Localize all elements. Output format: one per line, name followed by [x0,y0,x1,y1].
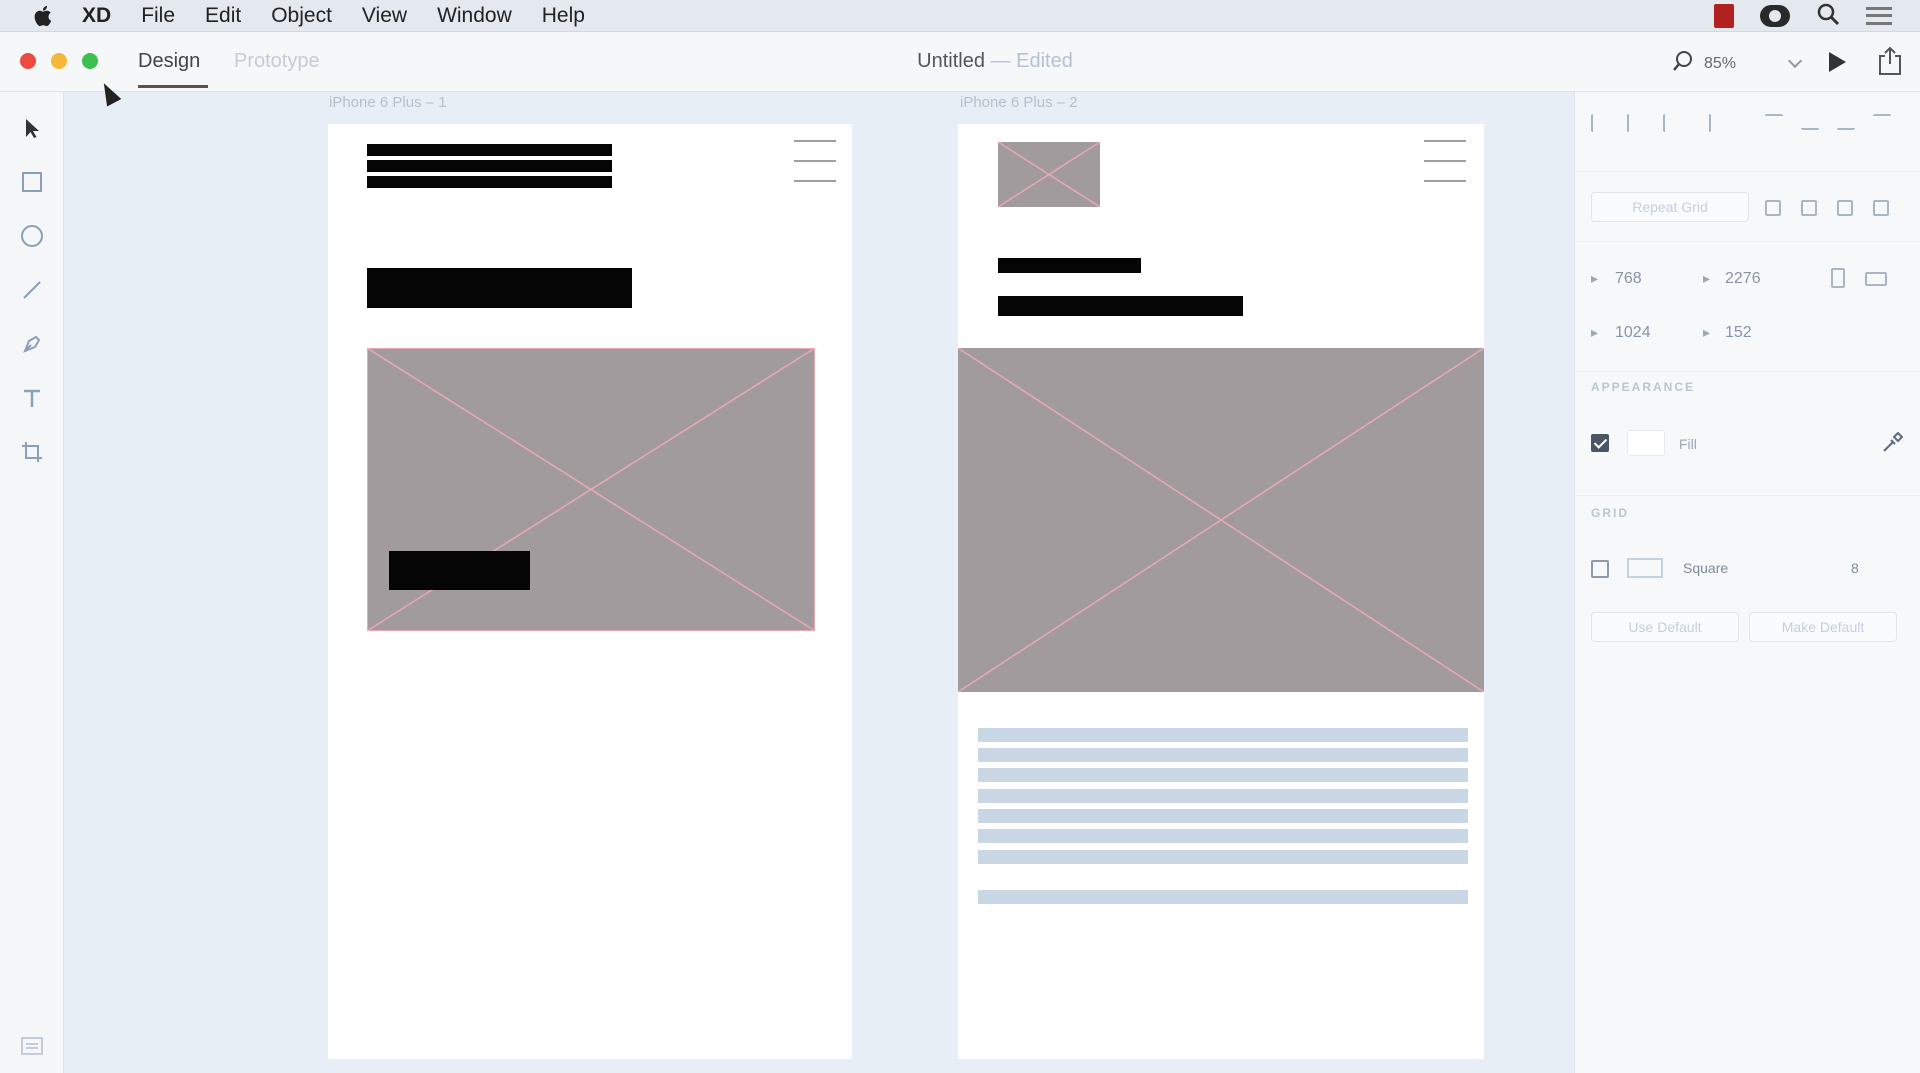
boolean-subtract-icon[interactable] [1801,200,1817,216]
menu-view[interactable]: View [362,4,407,28]
make-default-button[interactable]: Make Default [1749,612,1897,642]
make-default-label: Make Default [1781,619,1865,635]
pen-tool-icon[interactable] [18,330,46,358]
text-line [978,789,1468,803]
document-state: — Edited [990,50,1073,72]
height-label-icon: ▸ [1591,324,1599,340]
y-label-icon: ▸ [1703,324,1711,340]
logo-image-placeholder[interactable] [998,142,1100,207]
rectangle-tool-icon[interactable] [18,168,46,196]
hero-image-placeholder[interactable] [958,348,1484,692]
boolean-exclude-icon[interactable] [1873,200,1889,216]
chevron-down-icon[interactable] [1787,53,1803,68]
headline-block [367,268,632,308]
align-top-icon[interactable] [1765,114,1783,130]
appearance-heading: APPEARANCE [1591,380,1696,394]
grid-heading: GRID [1591,506,1629,520]
grid-color-swatch[interactable] [1627,558,1663,578]
select-arrow-icon[interactable] [18,114,46,142]
portrait-orientation-icon[interactable] [1831,268,1845,288]
height-field[interactable]: 1024 [1615,324,1651,342]
text-line [978,850,1468,864]
menu-help[interactable]: Help [542,4,585,28]
boolean-add-icon[interactable] [1765,200,1781,216]
text-line [978,809,1468,823]
text-line [978,829,1468,843]
align-right-icon[interactable] [1663,114,1679,132]
document-name: Untitled [917,50,985,72]
headline-block [998,296,1243,316]
grid-type-label[interactable]: Square [1683,560,1728,576]
property-inspector: Repeat Grid ▸ 768 ▸ 2276 ▸ 1024 ▸ 152 AP… [1574,92,1920,1073]
distribute-icon[interactable] [1697,114,1711,132]
align-section [1575,92,1920,172]
hamburger-menu-icon[interactable] [794,140,836,184]
menu-window[interactable]: Window [437,4,512,28]
artboard-1-label[interactable]: iPhone 6 Plus – 1 [329,94,447,111]
tool-bar [0,92,64,1073]
x-field[interactable]: 2276 [1725,270,1761,288]
menu-object[interactable]: Object [271,4,332,28]
status-area [1714,0,1920,32]
align-middle-icon[interactable] [1801,114,1819,130]
status-app-icon[interactable] [1714,4,1734,28]
menu-app-xd[interactable]: XD [82,4,111,28]
text-line [978,748,1468,762]
preview-play-button[interactable] [1829,52,1846,72]
share-icon[interactable] [1876,46,1904,76]
grid-checkbox[interactable] [1591,560,1609,578]
artboard-2[interactable] [958,124,1484,1059]
distribute-vertical-icon[interactable] [1873,114,1891,122]
eyedropper-icon[interactable] [1881,431,1904,459]
spotlight-search-icon[interactable] [1816,2,1840,31]
creative-cloud-icon[interactable] [1760,5,1790,27]
zoom-level[interactable]: 85% [1704,55,1764,73]
repeat-grid-section: Repeat Grid [1575,172,1920,242]
text-line [978,728,1468,742]
fill-checkbox[interactable] [1591,434,1609,452]
transform-section: ▸ 768 ▸ 2276 ▸ 1024 ▸ 152 [1575,242,1920,372]
logo-bar [367,160,612,172]
align-left-icon[interactable] [1591,114,1607,132]
repeat-grid-label: Repeat Grid [1632,199,1708,215]
grid-size-field[interactable]: 8 [1851,560,1859,576]
repeat-grid-button[interactable]: Repeat Grid [1591,192,1749,222]
artboard-2-label[interactable]: iPhone 6 Plus – 2 [960,94,1078,111]
align-bottom-icon[interactable] [1837,114,1855,130]
text-line [978,768,1468,782]
logo-bar [367,176,612,188]
artboard-1[interactable] [328,124,852,1059]
cta-button-block[interactable] [389,551,530,590]
menu-file[interactable]: File [141,4,175,28]
fill-color-swatch[interactable] [1627,430,1665,456]
align-center-icon[interactable] [1627,114,1643,132]
fill-label: Fill [1679,436,1697,452]
y-field[interactable]: 152 [1725,324,1752,342]
title-bar: Design Prototype Untitled — Edited 85% [0,32,1920,92]
line-tool-icon[interactable] [18,276,46,304]
menu-bar: XD File Edit Object View Window Help [0,0,1920,32]
hamburger-menu-icon[interactable] [1424,140,1466,184]
zoom-control[interactable]: 85% [1672,50,1803,77]
use-default-label: Use Default [1628,619,1702,635]
notification-center-icon[interactable] [1866,7,1892,25]
artboard-tool-icon[interactable] [18,438,46,466]
apple-icon[interactable] [32,4,54,28]
ellipse-tool-icon[interactable] [18,222,46,250]
layers-icon[interactable] [18,1032,46,1060]
body-text-block [978,728,1468,878]
logo-bar [367,144,612,156]
menu-edit[interactable]: Edit [205,4,241,28]
subheading-block [998,258,1141,273]
zoom-search-icon [1672,50,1694,77]
text-tool-icon[interactable] [18,384,46,412]
document-title: Untitled — Edited [0,50,1920,73]
x-label-icon: ▸ [1703,270,1711,286]
width-label-icon: ▸ [1591,270,1599,286]
text-line [978,890,1468,904]
width-field[interactable]: 768 [1615,270,1642,288]
landscape-orientation-icon[interactable] [1865,272,1887,286]
boolean-intersect-icon[interactable] [1837,200,1853,216]
use-default-button[interactable]: Use Default [1591,612,1739,642]
